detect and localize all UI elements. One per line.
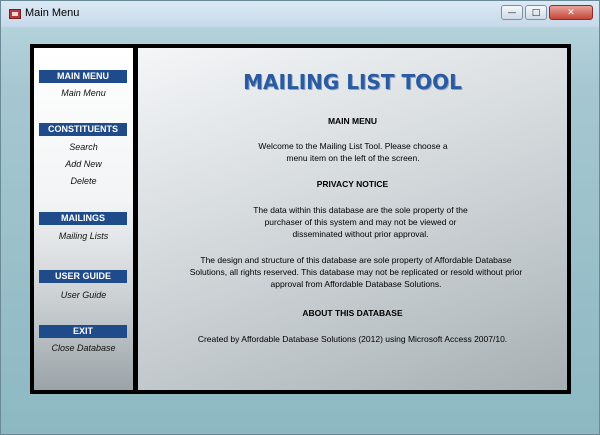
privacy-text-1: The data within this database are the so…: [253, 205, 468, 239]
nav-item-search[interactable]: Search: [34, 142, 133, 152]
access-form-icon: [9, 9, 21, 19]
nav-item-delete[interactable]: Delete: [34, 176, 133, 186]
nav-item-user-guide[interactable]: User Guide: [34, 290, 133, 300]
content-area: MAILING LIST TOOL MAIN MENU Welcome to t…: [138, 48, 567, 390]
title-bar[interactable]: Main Menu — □ ✕: [1, 1, 599, 27]
main-menu-heading: MAIN MENU: [327, 116, 378, 126]
section-header-main-menu: MAIN MENU: [39, 70, 127, 83]
window-controls: — □ ✕: [501, 5, 593, 20]
section-header-mailings: MAILINGS: [39, 212, 127, 225]
main-menu-window: Main Menu — □ ✕ MAIN MENU Main Menu CONS…: [0, 0, 600, 435]
privacy-heading: PRIVACY NOTICE: [316, 179, 389, 189]
section-header-constituents: CONSTITUENTS: [39, 123, 127, 136]
about-text: Created by Affordable Database Solutions…: [197, 334, 508, 344]
page-title: MAILING LIST TOOL: [243, 70, 462, 94]
nav-item-main-menu[interactable]: Main Menu: [34, 88, 133, 98]
section-header-exit: EXIT: [39, 325, 127, 338]
sidebar-nav: MAIN MENU Main Menu CONSTITUENTS Search …: [34, 48, 133, 390]
nav-item-mailing-lists[interactable]: Mailing Lists: [34, 231, 133, 241]
nav-item-close-database[interactable]: Close Database: [34, 343, 133, 353]
window-title: Main Menu: [25, 7, 80, 19]
nav-item-add-new[interactable]: Add New: [34, 159, 133, 169]
privacy-text-2: The design and structure of this databas…: [189, 255, 523, 289]
welcome-text: Welcome to the Mailing List Tool. Please…: [258, 141, 448, 163]
minimize-icon[interactable]: —: [501, 5, 523, 20]
close-icon[interactable]: ✕: [549, 5, 593, 20]
about-heading: ABOUT THIS DATABASE: [302, 308, 403, 318]
maximize-icon[interactable]: □: [525, 5, 547, 20]
section-header-user-guide: USER GUIDE: [39, 270, 127, 283]
